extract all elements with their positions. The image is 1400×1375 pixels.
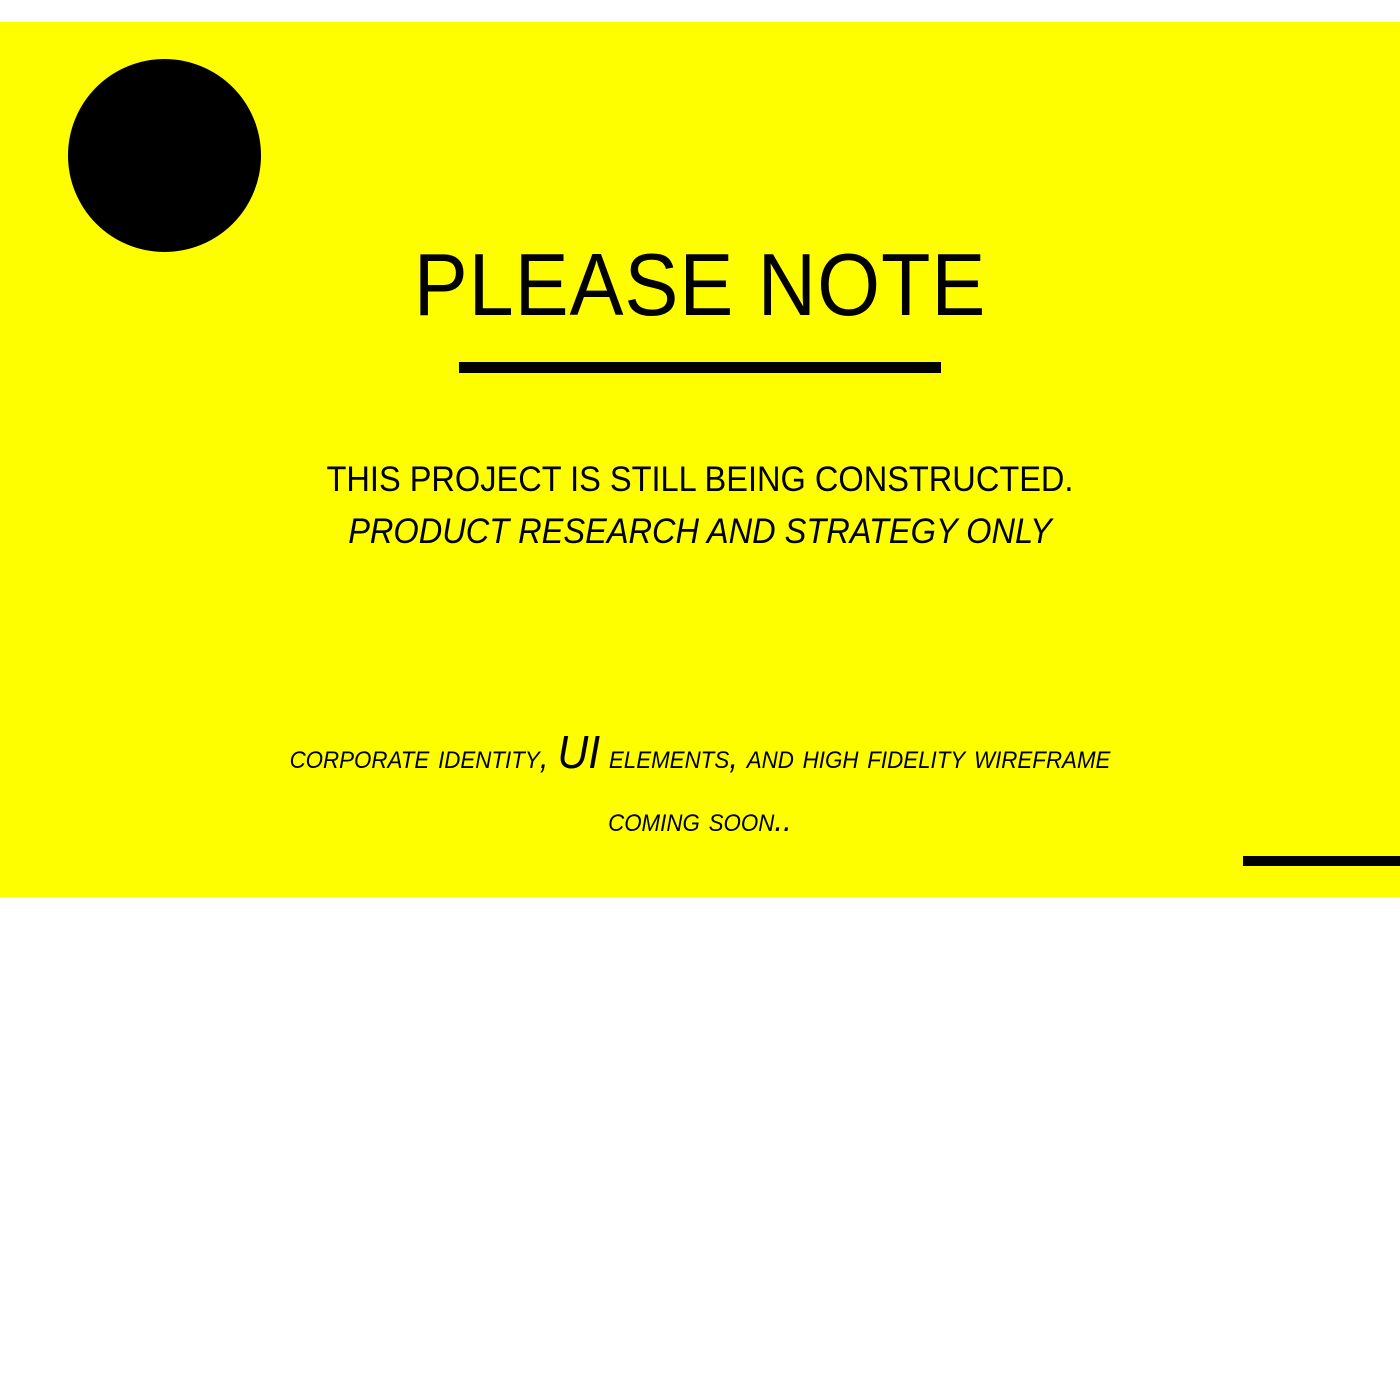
decorative-corner-bar (1243, 856, 1400, 866)
coming-soon-text: corporate identity, UI elements, and hig… (49, 712, 1351, 848)
coming-soon-line-2: coming soon.. (608, 801, 792, 839)
project-scope-text: PRODUCT RESEARCH AND STRATEGY ONLY (348, 512, 1052, 551)
coming-soon-line-1: corporate identity, UI elements, and hig… (49, 712, 1351, 792)
construction-status-text: THIS PROJECT IS STILL BEING CONSTRUCTED. (326, 460, 1074, 499)
title-underline (459, 362, 941, 373)
page: PLEASE NOTE THIS PROJECT IS STILL BEING … (0, 0, 1400, 1375)
coming-soon-part-3: elements, and high fidelity wireframe (600, 738, 1111, 776)
notice-banner: PLEASE NOTE THIS PROJECT IS STILL BEING … (0, 22, 1400, 897)
decorative-circle (68, 59, 261, 252)
coming-soon-part-2: UI (557, 726, 601, 778)
notice-title: PLEASE NOTE (413, 235, 987, 334)
coming-soon-part-1: corporate identity, (289, 738, 558, 776)
